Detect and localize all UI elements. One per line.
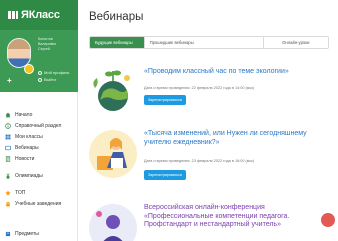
webinar-image-diary[interactable] — [89, 130, 137, 178]
profile-name: Когистов Валерович Сергей — [38, 37, 57, 51]
teacher-diary-icon — [89, 130, 137, 178]
logo[interactable]: ЯКласс — [0, 0, 78, 30]
sidebar-item-schools[interactable]: Учебные заведения — [0, 198, 78, 210]
logout-link[interactable]: Выйти — [38, 77, 56, 82]
webinar-card: «Проводим классный час по теме экологии»… — [89, 68, 329, 118]
webinar-image-ecology[interactable] — [89, 68, 137, 116]
conference-icon — [89, 204, 137, 241]
profile-icon — [38, 70, 42, 75]
school-icon — [5, 201, 11, 207]
logout-icon — [38, 77, 42, 82]
webinar-card: Всероссийская онлайн-конференция «Профес… — [89, 204, 329, 241]
tab-online-lessons[interactable]: Онлайн-уроки — [264, 37, 328, 48]
webinar-card: «Тысяча изменений, или Нужен ли сегодняш… — [89, 130, 329, 188]
webinar-title[interactable]: Всероссийская онлайн-конференция «Профес… — [144, 204, 329, 230]
news-icon — [5, 156, 11, 162]
sidebar: ЯКласс + Когистов Валерович Сергей Мой п… — [0, 0, 78, 241]
page-title: Вебинары — [89, 11, 144, 23]
logo-text: ЯКласс — [21, 9, 60, 21]
info-icon — [5, 123, 11, 129]
plus-icon[interactable]: + — [7, 76, 12, 85]
sidebar-item-subjects[interactable]: Предметы — [0, 228, 78, 240]
webinar-image-conference[interactable] — [89, 204, 137, 241]
star-icon — [5, 190, 11, 196]
tab-upcoming[interactable]: Будущие вебинары — [90, 37, 145, 48]
webinar-title[interactable]: «Тысяча изменений, или Нужен ли сегодняш… — [144, 130, 329, 147]
help-button[interactable] — [321, 213, 335, 227]
sidebar-item-news[interactable]: Новости — [0, 153, 78, 165]
logo-icon — [8, 11, 18, 19]
webinar-tabs: Будущие вебинары Прошедшие вебинары Онла… — [89, 36, 329, 49]
my-profile-link[interactable]: Мой профиль — [38, 70, 70, 75]
profile-panel: + Когистов Валерович Сергей Мой профиль … — [0, 30, 78, 92]
grid-icon — [5, 134, 11, 140]
home-icon — [5, 112, 11, 118]
webinar-title[interactable]: «Проводим классный час по теме экологии» — [144, 68, 329, 77]
badge-icon — [24, 64, 34, 74]
main-content: Вебинары Будущие вебинары Прошедшие веби… — [79, 0, 338, 241]
register-button[interactable]: Зарегистрироваться — [144, 170, 186, 180]
webinar-date: Дата и время проведения: 22 февраля 2022… — [144, 86, 255, 90]
medal-icon — [6, 173, 10, 179]
webinar-icon — [5, 145, 11, 151]
book-icon — [5, 231, 11, 237]
globe-plant-icon — [93, 70, 130, 111]
webinar-date: Дата и время проведения: 23 февраля 2022… — [144, 159, 255, 163]
sidebar-item-olympiads[interactable]: Олимпиады — [0, 170, 78, 182]
tab-past[interactable]: Прошедшие вебинары — [145, 37, 264, 48]
register-button[interactable]: Зарегистрироваться — [144, 95, 186, 105]
